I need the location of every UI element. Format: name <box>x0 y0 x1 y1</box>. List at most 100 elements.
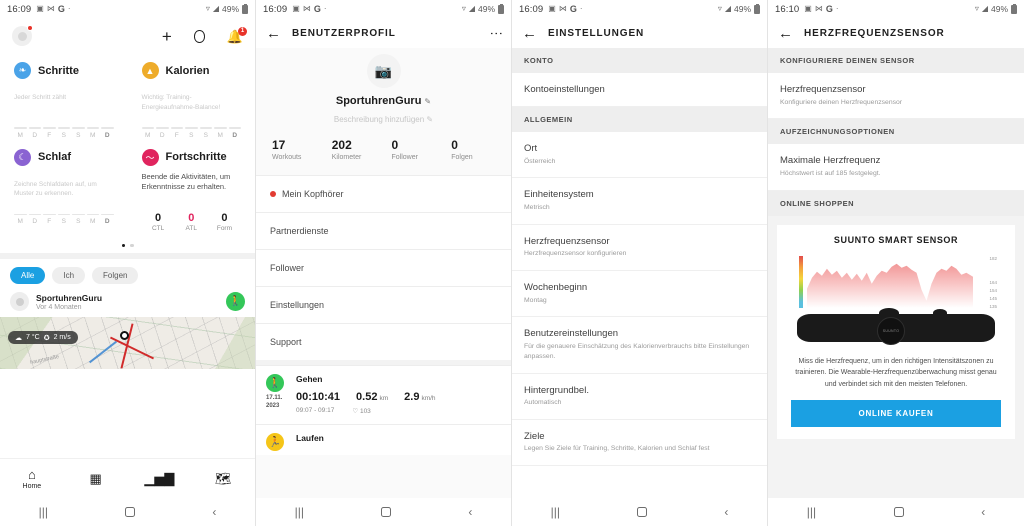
card-kalorien[interactable]: ▲ Kalorien Wichtig: Training-Energieaufn… <box>128 56 256 143</box>
feed-timestamp: Vor 4 Monaten <box>36 303 82 311</box>
weekday-label: S <box>76 218 81 226</box>
home-icon: ⌂ <box>27 466 36 482</box>
screenshot-strip: 16:09 ▣ ⋈ G · ▿ ◢ 49% + 🔔 1 ❧ Schritte J… <box>0 0 1024 526</box>
page-dot-active[interactable] <box>121 243 125 248</box>
weekday-label: D <box>104 131 110 139</box>
heartrate-belt-image: SUUNTO <box>793 307 999 346</box>
page-indicator[interactable] <box>0 236 255 254</box>
recents-icon[interactable]: ||| <box>295 505 304 519</box>
bottomnav-stats[interactable]: ▁▅▇ <box>128 472 192 485</box>
menu-item-label: Mein Kopfhörer <box>282 189 344 199</box>
menu-item-support[interactable]: Support <box>256 323 511 360</box>
card-description: Wichtig: Training-Energieaufnahme-Balanc… <box>141 94 221 111</box>
feed-item-header[interactable]: SportuhrenGuru Vor 4 Monaten 🚶 <box>0 290 255 317</box>
battery-icon <box>242 3 248 14</box>
feed-filter-chips: Alle Ich Folgen <box>0 259 255 290</box>
status-bar: 16:09 ▣ ⋈ G · ▿ ◢ 49% <box>512 0 767 18</box>
settings-item-einheitensystem[interactable]: Einheitensystem Metrisch <box>512 178 767 225</box>
card-schlaf[interactable]: ☾ Schlaf Zeichne Schlafdaten auf, um Mus… <box>0 143 128 236</box>
workout-row-laufen[interactable]: 🏃 Laufen <box>256 424 511 455</box>
settings-item-benutzereinstellungen[interactable]: Benutzereinstellungen Für die genauere E… <box>512 317 767 374</box>
stat-label: CTL <box>151 224 165 232</box>
avatar[interactable] <box>12 25 33 46</box>
signal-icon: ◢ <box>212 4 219 13</box>
menu-item-follower[interactable]: Follower <box>256 249 511 286</box>
card-title: Fortschritte <box>165 151 227 164</box>
back-arrow-icon[interactable]: ← <box>778 26 796 41</box>
chip-ich[interactable]: Ich <box>52 267 86 285</box>
phone-screen-home: 16:09 ▣ ⋈ G · ▿ ◢ 49% + 🔔 1 ❧ Schritte J… <box>0 0 256 526</box>
section-header-aufzeichnungsoptionen: AUFZEICHNUNGSOPTIONEN <box>768 119 1024 145</box>
settings-item-wochenbeginn[interactable]: Wochenbeginn Montag <box>512 271 767 318</box>
chip-alle[interactable]: Alle <box>10 267 46 285</box>
card-schritte[interactable]: ❧ Schritte Jeder Schritt zählt M D F S S… <box>0 56 128 143</box>
settings-item-hintergrundbel[interactable]: Hintergrundbel. Automatisch <box>512 373 767 420</box>
settings-item-herzfrequenzsensor[interactable]: Herzfrequenzsensor Herzfrequenzsensor ko… <box>512 224 767 272</box>
stat-value: 0 <box>188 211 195 224</box>
chip-folgen[interactable]: Folgen <box>92 267 139 285</box>
dot-icon: · <box>323 4 327 13</box>
home-square-icon[interactable] <box>381 507 392 517</box>
pencil-icon[interactable]: ✎ <box>424 97 431 106</box>
status-time: 16:10 <box>775 3 800 15</box>
watch-ring-icon[interactable] <box>193 29 205 43</box>
recents-icon[interactable]: ||| <box>807 505 816 519</box>
bell-icon[interactable]: 🔔 1 <box>227 26 247 43</box>
moon-icon: ☾ <box>14 148 31 166</box>
back-chevron-icon[interactable]: ‹ <box>212 505 216 519</box>
profile-description[interactable]: Beschreibung hinzufügen ✎ <box>256 115 511 124</box>
home-square-icon[interactable] <box>125 507 136 517</box>
section-header-allgemein: ALLGEMEIN <box>512 107 767 132</box>
add-icon[interactable]: + <box>162 28 172 45</box>
dot-icon: · <box>835 4 839 13</box>
page-dot[interactable] <box>130 243 134 248</box>
recents-icon[interactable]: ||| <box>39 505 48 519</box>
back-chevron-icon[interactable]: ‹ <box>724 505 728 519</box>
home-square-icon[interactable] <box>637 507 648 517</box>
signal-icon: ◢ <box>724 4 731 13</box>
bottomnav-calendar[interactable]: ▦ <box>64 472 128 485</box>
settings-item-kontoeinstellungen[interactable]: Kontoeinstellungen <box>512 73 767 107</box>
stat-value: 202 <box>331 138 352 152</box>
heart-icon: ♡ <box>352 408 359 415</box>
settings-item-title: Herzfrequenzsensor <box>524 235 610 247</box>
menu-item-kopfhoerer[interactable]: Mein Kopfhörer <box>256 175 511 212</box>
back-chevron-icon[interactable]: ‹ <box>468 505 472 519</box>
weekday-label: D <box>32 218 38 226</box>
stat-ctl: 0 CTL <box>142 212 175 232</box>
bottomnav-map[interactable]: 🗺 <box>191 472 255 485</box>
settings-item-herzfrequenzsensor[interactable]: Herzfrequenzsensor Konfiguriere deinen H… <box>768 73 1024 120</box>
page-title: HERZFREQUENZSENSOR <box>804 27 945 39</box>
settings-item-ziele[interactable]: Ziele Legen Sie Ziele für Training, Schr… <box>512 419 767 467</box>
workout-row-gehen[interactable]: 🚶 17.11. 2023 Gehen 00:10:41 0.52 km 2.9 k… <box>256 365 511 424</box>
progress-icon: 〜 <box>141 148 159 166</box>
back-chevron-icon[interactable]: ‹ <box>981 505 985 519</box>
recents-icon[interactable]: ||| <box>551 505 560 519</box>
home-square-icon[interactable] <box>893 507 904 517</box>
profile-stats: 17 Workouts 202 Kilometer 0 Follower 0 F… <box>256 124 511 173</box>
notification-badge: 1 <box>238 26 247 36</box>
menu-item-partnerdienste[interactable]: Partnerdienste <box>256 212 511 249</box>
shop-promo-card[interactable]: SUUNTO SMART SENSOR 182 164 154 145 135 … <box>777 224 1015 440</box>
workout-title: Gehen <box>296 374 323 384</box>
pencil-icon[interactable]: ✎ <box>424 115 433 124</box>
menu-item-einstellungen[interactable]: Einstellungen <box>256 286 511 323</box>
settings-item-maximale-herzfrequenz[interactable]: Maximale Herzfrequenz Höchstwert ist auf… <box>768 144 1024 191</box>
running-icon: 🏃 <box>266 433 284 451</box>
stat-form: 0 Form <box>208 212 241 232</box>
settings-item-ort[interactable]: Ort Österreich <box>512 132 767 179</box>
workout-speed-unit: km/h <box>421 395 436 402</box>
app-bar: ← BENUTZERPROFIL ⋮ <box>256 18 511 48</box>
camera-add-icon[interactable]: 📷 <box>366 54 401 88</box>
online-kaufen-button[interactable]: ONLINE KAUFEN <box>791 400 1001 428</box>
back-arrow-icon[interactable]: ← <box>266 26 284 41</box>
bottomnav-home[interactable]: ⌂ Home <box>0 468 64 490</box>
back-arrow-icon[interactable]: ← <box>522 26 540 41</box>
card-description: Jeder Schritt zählt <box>14 94 67 101</box>
kebab-menu-icon[interactable]: ⋮ <box>489 27 504 40</box>
card-fortschritte[interactable]: 〜 Fortschritte Beende die Aktivitäten, u… <box>128 143 256 236</box>
shop-description: Miss die Herzfrequenz, um in den richtig… <box>795 357 997 388</box>
shop-product-title: SUUNTO SMART SENSOR <box>833 234 959 245</box>
feed-map[interactable]: ☁ 7 °C ✪ 2 m/s hauptstraße <box>0 317 255 370</box>
app-bar: ← HERZFREQUENZSENSOR <box>768 18 1024 48</box>
